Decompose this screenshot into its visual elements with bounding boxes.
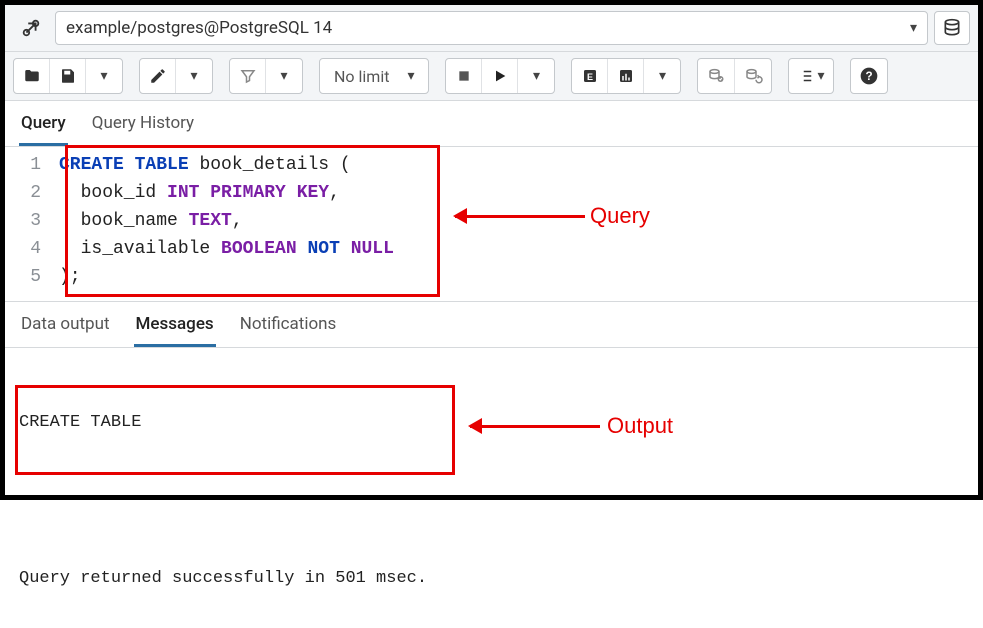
tab-data-output[interactable]: Data output <box>19 308 112 347</box>
save-button[interactable] <box>50 59 86 93</box>
sql-editor[interactable]: 1 2 3 4 5 CREATE TABLE book_details ( bo… <box>5 147 978 291</box>
annotation-arrow <box>470 425 600 428</box>
stop-button[interactable] <box>446 59 482 93</box>
limit-select[interactable]: No limit ▾ <box>320 59 428 93</box>
edit-dropdown[interactable]: ▾ <box>176 59 212 93</box>
save-dropdown[interactable]: ▾ <box>86 59 122 93</box>
edit-button[interactable] <box>140 59 176 93</box>
explain-analyze-button[interactable] <box>608 59 644 93</box>
connection-label: example/postgres@PostgreSQL 14 <box>66 18 332 38</box>
explain-dropdown[interactable]: ▾ <box>644 59 680 93</box>
connection-icon[interactable] <box>13 11 49 45</box>
execute-button[interactable] <box>482 59 518 93</box>
message-line: CREATE TABLE <box>19 410 964 436</box>
svg-text:E: E <box>587 72 593 82</box>
annotation-arrow <box>455 215 585 218</box>
chevron-down-icon: ▾ <box>407 68 414 84</box>
toolbar: ▾ ▾ ▾ No limit ▾ ▾ E <box>5 52 978 101</box>
explain-button[interactable]: E <box>572 59 608 93</box>
annotation-output-label: Output <box>607 413 673 439</box>
line-gutter: 1 2 3 4 5 <box>5 151 53 291</box>
tab-query-history[interactable]: Query History <box>90 107 196 146</box>
chevron-down-icon: ▾ <box>910 20 917 36</box>
tab-messages[interactable]: Messages <box>134 308 216 347</box>
tab-notifications[interactable]: Notifications <box>238 308 339 347</box>
connection-select[interactable]: example/postgres@PostgreSQL 14 ▾ <box>55 11 928 45</box>
messages-panel: CREATE TABLE Query returned successfully… <box>5 348 978 628</box>
open-file-button[interactable] <box>14 59 50 93</box>
tab-query[interactable]: Query <box>19 107 68 146</box>
help-button[interactable]: ? <box>851 59 887 93</box>
commit-button[interactable] <box>698 59 735 93</box>
limit-label: No limit <box>334 67 389 86</box>
annotation-query-label: Query <box>590 203 650 229</box>
svg-text:?: ? <box>865 70 872 83</box>
output-tabs: Data output Messages Notifications <box>5 301 978 348</box>
message-line: Query returned successfully in 501 msec. <box>19 566 964 592</box>
rollback-button[interactable] <box>735 59 771 93</box>
editor-tabs: Query Query History <box>5 101 978 147</box>
database-icon-button[interactable] <box>934 11 970 45</box>
code-content: CREATE TABLE book_details ( book_id INT … <box>53 151 394 291</box>
filter-dropdown[interactable]: ▾ <box>266 59 302 93</box>
filter-button[interactable] <box>230 59 266 93</box>
execute-dropdown[interactable]: ▾ <box>518 59 554 93</box>
macros-button[interactable]: ▾ <box>789 59 832 93</box>
